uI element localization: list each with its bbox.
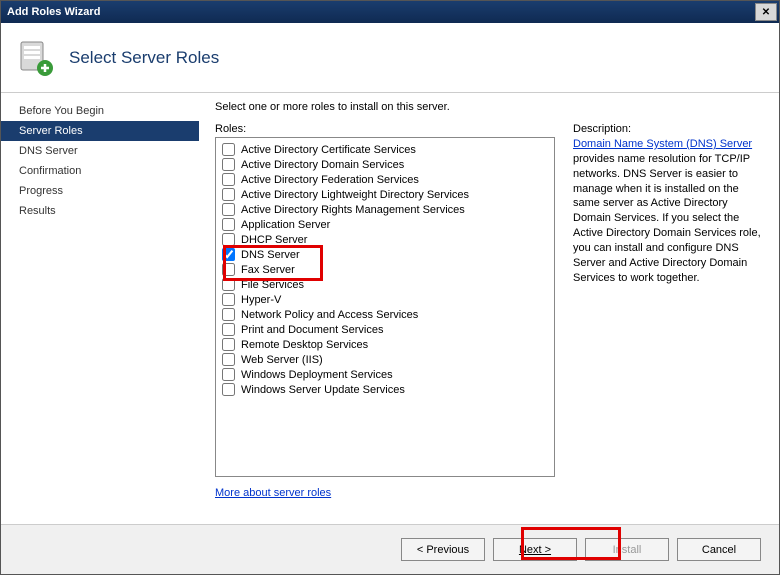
role-checkbox[interactable] xyxy=(222,188,235,201)
role-checkbox[interactable] xyxy=(222,263,235,276)
role-label: Application Server xyxy=(241,219,330,231)
sidebar-item-server-roles[interactable]: Server Roles xyxy=(1,121,199,141)
role-checkbox[interactable] xyxy=(222,368,235,381)
wizard-sidebar: Before You BeginServer RolesDNS ServerCo… xyxy=(1,93,199,524)
sidebar-item-confirmation[interactable]: Confirmation xyxy=(1,161,199,181)
description-body: provides name resolution for TCP/IP netw… xyxy=(573,153,761,284)
role-checkbox[interactable] xyxy=(222,353,235,366)
more-about-roles-link[interactable]: More about server roles xyxy=(215,487,331,499)
role-checkbox[interactable] xyxy=(222,383,235,396)
role-item[interactable]: DNS Server xyxy=(218,247,552,262)
role-label: Windows Deployment Services xyxy=(241,369,393,381)
role-item[interactable]: Print and Document Services xyxy=(218,322,552,337)
role-checkbox[interactable] xyxy=(222,293,235,306)
role-label: Windows Server Update Services xyxy=(241,384,405,396)
role-checkbox[interactable] xyxy=(222,158,235,171)
wizard-footer: < Previous Next > Install Cancel xyxy=(1,524,779,574)
role-checkbox[interactable] xyxy=(222,233,235,246)
role-label: Print and Document Services xyxy=(241,324,383,336)
role-checkbox[interactable] xyxy=(222,218,235,231)
close-icon: ✕ xyxy=(762,7,770,18)
description-label: Description: xyxy=(573,123,765,135)
role-item[interactable]: Active Directory Federation Services xyxy=(218,172,552,187)
titlebar: Add Roles Wizard ✕ xyxy=(1,1,779,23)
wizard-header: Select Server Roles xyxy=(1,23,779,93)
role-label: Active Directory Federation Services xyxy=(241,174,419,186)
sidebar-item-results[interactable]: Results xyxy=(1,201,199,221)
role-item[interactable]: File Services xyxy=(218,277,552,292)
role-label: DHCP Server xyxy=(241,234,307,246)
role-label: File Services xyxy=(241,279,304,291)
role-item[interactable]: Active Directory Rights Management Servi… xyxy=(218,202,552,217)
role-item[interactable]: Web Server (IIS) xyxy=(218,352,552,367)
role-label: Active Directory Domain Services xyxy=(241,159,404,171)
roles-label: Roles: xyxy=(215,123,555,135)
previous-button[interactable]: < Previous xyxy=(401,538,485,561)
role-checkbox[interactable] xyxy=(222,338,235,351)
role-checkbox[interactable] xyxy=(222,173,235,186)
close-button[interactable]: ✕ xyxy=(755,3,777,21)
role-item[interactable]: Active Directory Domain Services xyxy=(218,157,552,172)
role-label: DNS Server xyxy=(241,249,300,261)
roles-listbox[interactable]: Active Directory Certificate Services Act… xyxy=(215,137,555,477)
role-item[interactable]: Hyper-V xyxy=(218,292,552,307)
install-button: Install xyxy=(585,538,669,561)
role-checkbox[interactable] xyxy=(222,308,235,321)
cancel-button[interactable]: Cancel xyxy=(677,538,761,561)
role-checkbox[interactable] xyxy=(222,248,235,261)
sidebar-item-before-you-begin[interactable]: Before You Begin xyxy=(1,101,199,121)
role-checkbox[interactable] xyxy=(222,203,235,216)
role-item[interactable]: Windows Server Update Services xyxy=(218,382,552,397)
role-checkbox[interactable] xyxy=(222,143,235,156)
instruction-text: Select one or more roles to install on t… xyxy=(215,101,765,113)
role-label: Active Directory Lightweight Directory S… xyxy=(241,189,469,201)
role-item[interactable]: Windows Deployment Services xyxy=(218,367,552,382)
next-button[interactable]: Next > xyxy=(493,538,577,561)
role-item[interactable]: Network Policy and Access Services xyxy=(218,307,552,322)
role-label: Hyper-V xyxy=(241,294,281,306)
role-item[interactable]: Active Directory Certificate Services xyxy=(218,142,552,157)
server-role-icon xyxy=(15,38,55,78)
role-label: Fax Server xyxy=(241,264,295,276)
role-checkbox[interactable] xyxy=(222,323,235,336)
role-label: Network Policy and Access Services xyxy=(241,309,418,321)
role-item[interactable]: Fax Server xyxy=(218,262,552,277)
role-item[interactable]: Remote Desktop Services xyxy=(218,337,552,352)
description-text: Domain Name System (DNS) Server provides… xyxy=(573,137,765,285)
role-item[interactable]: Application Server xyxy=(218,217,552,232)
role-label: Web Server (IIS) xyxy=(241,354,323,366)
role-label: Active Directory Rights Management Servi… xyxy=(241,204,465,216)
page-title: Select Server Roles xyxy=(69,48,219,68)
role-label: Active Directory Certificate Services xyxy=(241,144,416,156)
role-item[interactable]: Active Directory Lightweight Directory S… xyxy=(218,187,552,202)
sidebar-item-progress[interactable]: Progress xyxy=(1,181,199,201)
window-title: Add Roles Wizard xyxy=(1,6,753,18)
sidebar-item-dns-server[interactable]: DNS Server xyxy=(1,141,199,161)
description-link[interactable]: Domain Name System (DNS) Server xyxy=(573,138,752,150)
role-label: Remote Desktop Services xyxy=(241,339,368,351)
role-item[interactable]: DHCP Server xyxy=(218,232,552,247)
role-checkbox[interactable] xyxy=(222,278,235,291)
